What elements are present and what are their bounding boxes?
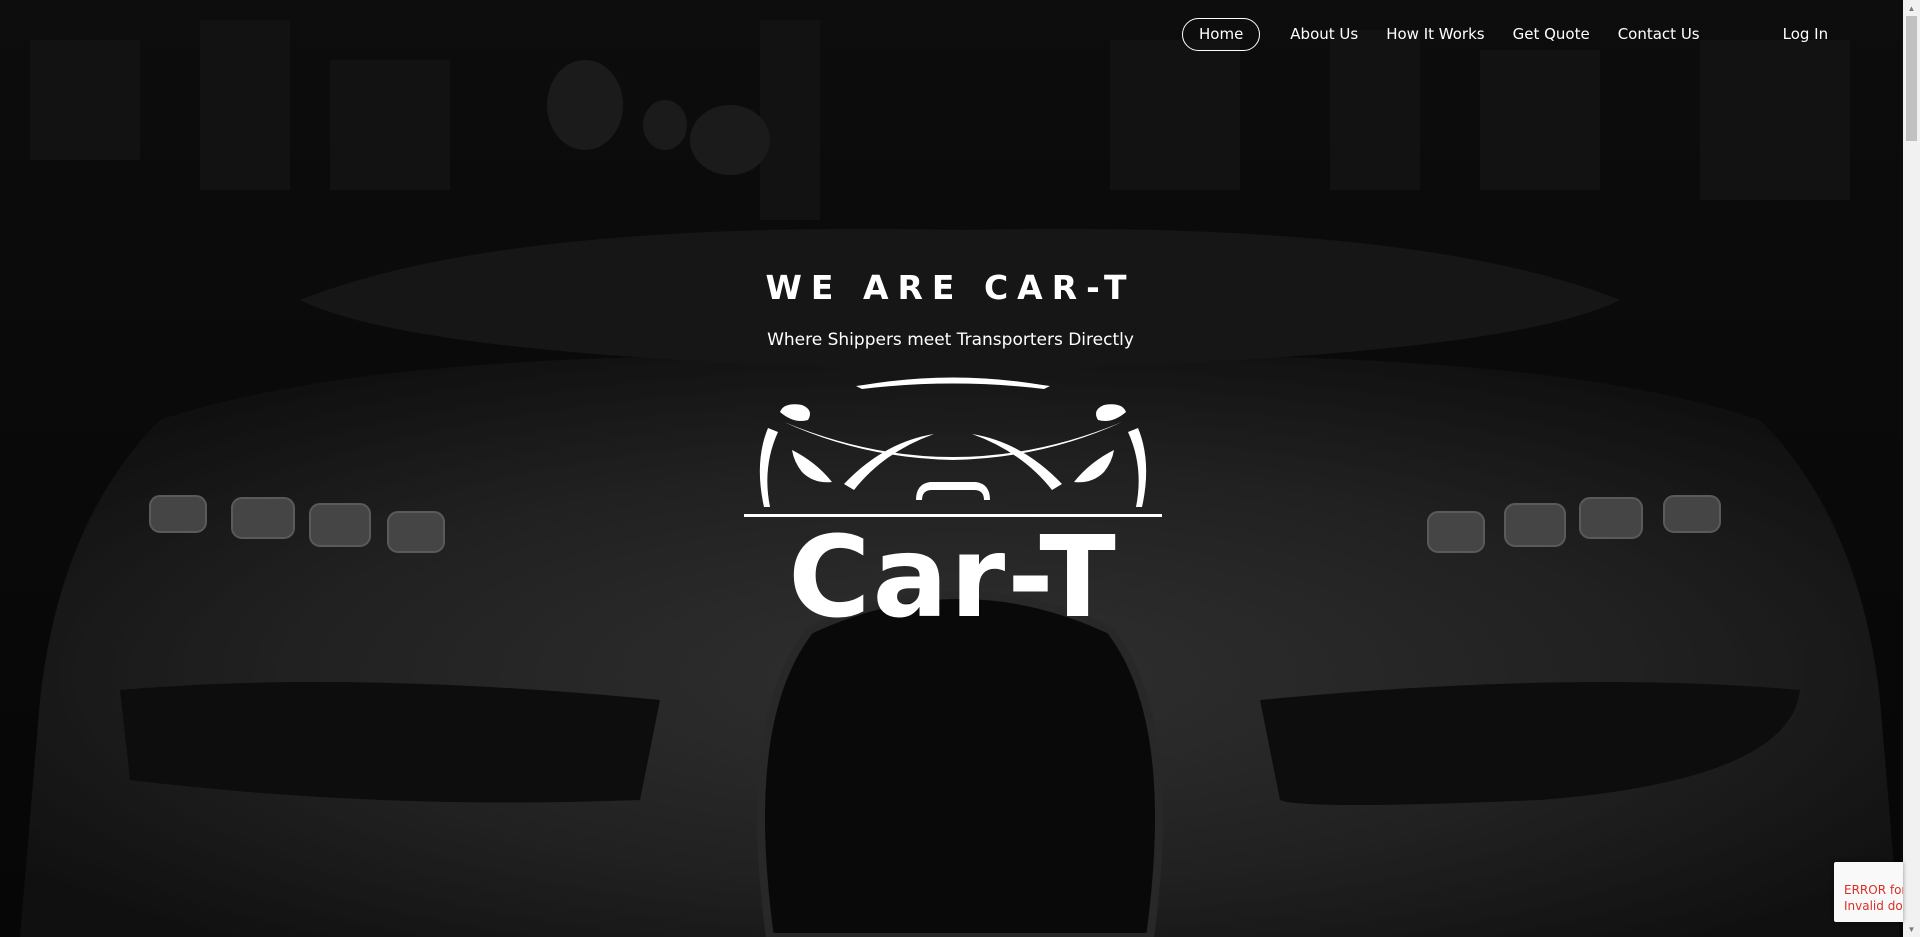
scroll-thumb[interactable] [1906, 16, 1917, 141]
scroll-down-arrow-icon[interactable]: ▼ [1903, 921, 1920, 937]
hero-subtitle: Where Shippers meet Transporters Directl… [767, 330, 1134, 350]
nav-how-it-works-link[interactable]: How It Works [1386, 17, 1484, 51]
login-link[interactable]: Log In [1783, 17, 1829, 51]
nav-home-link[interactable]: Home [1182, 17, 1261, 51]
recaptcha-error-line2: Invalid do [1844, 899, 1903, 913]
page: Home About Us How It Works Get Quote Con… [0, 0, 1920, 937]
nav-contact-link[interactable]: Contact Us [1618, 17, 1700, 51]
nav-get-quote-link[interactable]: Get Quote [1513, 17, 1590, 51]
hero-title: WE ARE CAR-T [765, 268, 1136, 307]
nav-about-link[interactable]: About Us [1290, 17, 1358, 51]
logo-wordmark: Car-T [788, 513, 1118, 643]
scroll-up-arrow-icon[interactable]: ▲ [1903, 0, 1920, 16]
recaptcha-error-line1: ERROR for [1844, 883, 1903, 897]
main-nav: Home About Us How It Works Get Quote Con… [1182, 16, 1828, 52]
recaptcha-error-badge[interactable]: ERROR for Invalid do [1834, 862, 1903, 922]
page-scrollbar[interactable]: ▲ ▼ [1903, 0, 1920, 937]
